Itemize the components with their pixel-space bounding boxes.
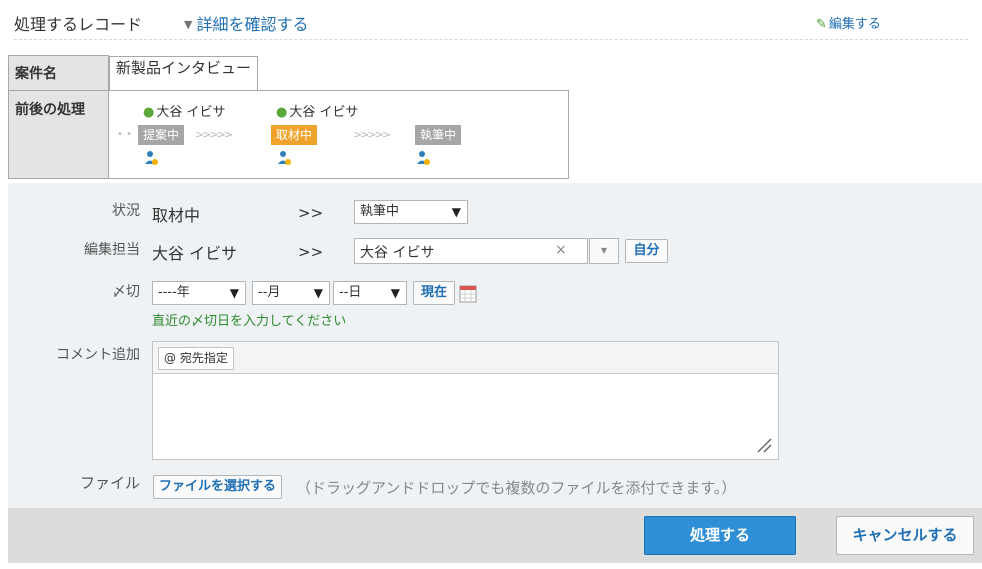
editor-next-value: 大谷 イビサ: [360, 245, 435, 261]
dropdown-arrow-icon: ▼: [451, 205, 461, 219]
table-row: 前後の処理 ● 大谷 イビサ ● 大谷 イビサ • • 提案中 >>>>> 取材中 …: [8, 90, 569, 179]
calendar-icon[interactable]: [459, 285, 477, 303]
status-next-select[interactable]: 執筆中 ▼: [354, 200, 468, 224]
table-row: 案件名 新製品インタビュー: [8, 55, 569, 91]
editor-current: 大谷 イビサ: [152, 244, 238, 263]
day-value: --日: [339, 285, 362, 300]
user-icon: ●: [143, 105, 155, 120]
arrows-icon: >>>>>: [195, 128, 233, 141]
process-form: 状況 取材中 >> 執筆中 ▼ 編集担当 大谷 イビサ >> 大谷 イビサ × …: [8, 183, 982, 508]
user-picker-icon[interactable]: [143, 150, 159, 166]
editor-arrow: >>: [298, 243, 324, 261]
chevron-down-icon[interactable]: ▼: [589, 238, 619, 264]
self-button[interactable]: 自分: [625, 239, 668, 263]
dots-icon: • •: [117, 129, 132, 140]
choose-file-button[interactable]: ファイルを選択する: [153, 475, 283, 499]
page-title: 処理するレコード: [14, 15, 143, 34]
assignee-current: ● 大谷 イビサ: [276, 101, 358, 120]
file-drop-note: （ドラッグアンドドロップでも複数のファイルを添付できます。）: [296, 479, 737, 497]
assignee-previous: ● 大谷 イビサ: [143, 101, 225, 120]
year-select[interactable]: ----年 ▼: [152, 281, 246, 305]
day-select[interactable]: --日 ▼: [333, 281, 407, 305]
editor-next-combobox[interactable]: 大谷 イビサ × ▼: [354, 238, 619, 264]
status-arrow: >>: [298, 204, 324, 222]
cancel-button[interactable]: キャンセルする: [836, 516, 974, 555]
status-next-value: 執筆中: [360, 204, 400, 219]
year-value: ----年: [158, 285, 190, 300]
record-info-table: 案件名 新製品インタビュー 前後の処理 ● 大谷 イビサ ● 大谷 イビサ • • …: [8, 55, 569, 179]
dropdown-arrow-icon: ▼: [313, 286, 323, 300]
comment-label: コメント追加: [56, 347, 140, 363]
process-flow-cell: ● 大谷 イビサ ● 大谷 イビサ • • 提案中 >>>>> 取材中 >>>>> …: [108, 90, 569, 179]
user-picker-icon[interactable]: [276, 150, 292, 166]
assignee-name: 大谷 イビサ: [156, 105, 226, 120]
deadline-hint: 直近の〆切日を入力してください: [152, 314, 347, 329]
show-details-link[interactable]: ▼ 詳細を確認する: [184, 11, 308, 35]
resize-grip-icon[interactable]: [756, 437, 772, 453]
step-interview-active: 取材中: [271, 125, 318, 145]
arrows-icon: >>>>>: [353, 128, 391, 141]
month-select[interactable]: --月 ▼: [252, 281, 330, 305]
mention-button[interactable]: @ 宛先指定: [158, 347, 234, 370]
form-footer: 処理する キャンセルする: [8, 508, 982, 563]
deadline-label: 〆切: [112, 284, 140, 300]
process-label: 前後の処理: [8, 90, 109, 179]
comment-editor[interactable]: @ 宛先指定: [152, 341, 779, 460]
dropdown-arrow-icon: ▼: [390, 286, 400, 300]
pencil-icon: ✎: [816, 17, 827, 32]
case-name-label: 案件名: [8, 55, 109, 91]
comment-toolbar: @ 宛先指定: [153, 342, 778, 374]
show-details-label: 詳細を確認する: [196, 15, 309, 34]
file-label: ファイル: [79, 474, 140, 492]
status-label: 状況: [112, 203, 140, 219]
status-current: 取材中: [152, 206, 201, 225]
editor-label: 編集担当: [84, 242, 140, 258]
process-flow: ● 大谷 イビサ ● 大谷 イビサ • • 提案中 >>>>> 取材中 >>>>> …: [115, 91, 562, 177]
step-proposal: 提案中: [138, 125, 185, 145]
submit-button[interactable]: 処理する: [644, 516, 796, 555]
dropdown-arrow-icon: ▼: [229, 286, 239, 300]
clear-icon[interactable]: ×: [555, 242, 567, 258]
edit-label: 編集する: [828, 17, 881, 32]
edit-link[interactable]: ✎ 編集する: [816, 13, 881, 32]
user-icon: ●: [276, 105, 288, 120]
case-name-value: 新製品インタビュー: [109, 55, 259, 91]
now-button[interactable]: 現在: [413, 281, 455, 305]
month-value: --月: [258, 285, 281, 300]
assignee-name: 大谷 イビサ: [289, 105, 359, 120]
user-picker-icon[interactable]: [415, 150, 431, 166]
record-header: 処理するレコード ▼ 詳細を確認する ✎ 編集する: [14, 10, 968, 40]
step-writing: 執筆中: [415, 125, 462, 145]
triangle-down-icon: ▼: [184, 18, 193, 31]
